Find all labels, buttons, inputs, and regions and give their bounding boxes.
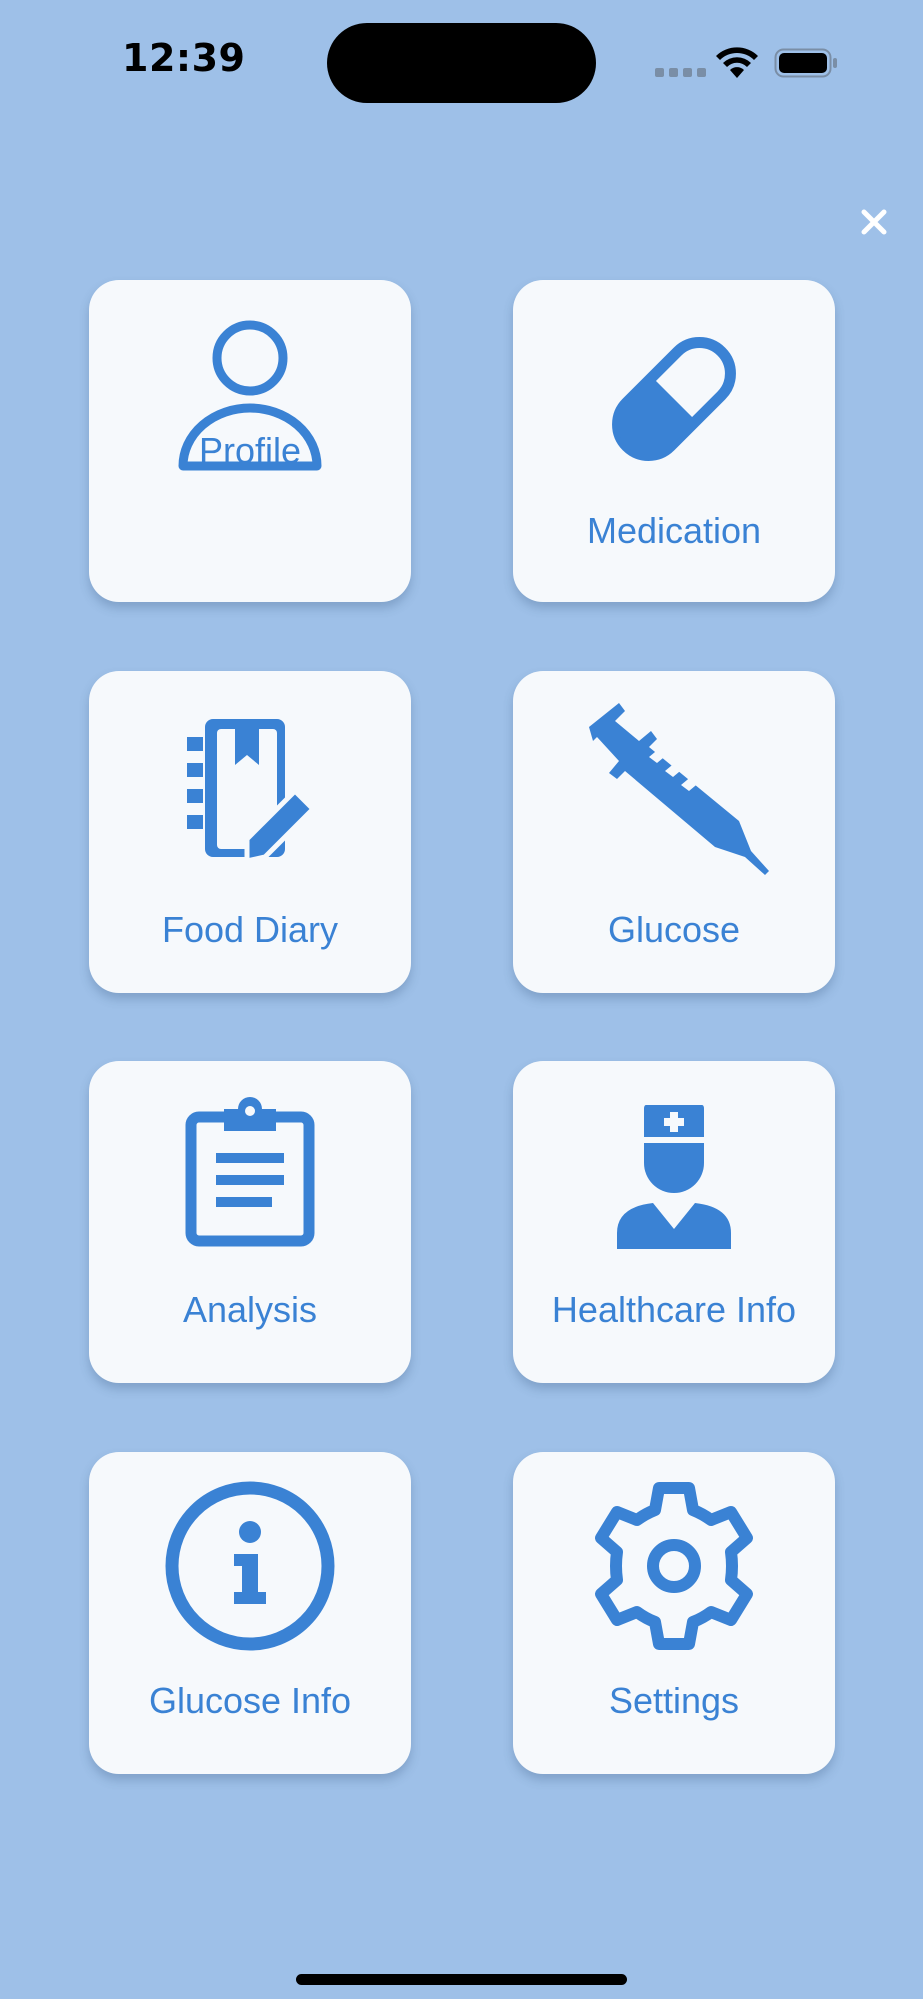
settings-label: Settings [608,1680,740,1721]
home-indicator[interactable] [296,1974,627,1985]
glucose-label: Glucose [607,909,741,950]
doctor-icon [513,1103,835,1253]
info-icon [89,1478,411,1654]
gear-icon [513,1478,835,1654]
battery-icon [774,48,837,78]
notebook-pencil-icon [89,713,411,863]
dynamic-island [327,23,596,103]
close-button[interactable] [852,200,896,244]
profile-label: Profile [198,430,302,471]
healthcare-info-tile[interactable]: Healthcare Info [513,1061,835,1383]
analysis-label: Analysis [182,1289,318,1330]
settings-tile[interactable]: Settings [513,1452,835,1774]
food-diary-tile[interactable]: Food Diary [89,671,411,993]
analysis-tile[interactable]: Analysis [89,1061,411,1383]
healthcare-info-label: Healthcare Info [551,1289,797,1330]
syringe-icon [513,701,835,877]
status-indicators [650,40,850,84]
glucose-tile[interactable]: Glucose [513,671,835,993]
medication-tile[interactable]: Medication [513,280,835,602]
glucose-info-tile[interactable]: Glucose Info [89,1452,411,1774]
app-screen: 12:39 Profile Medication Food Diary Gluc… [0,0,923,1999]
glucose-info-label: Glucose Info [148,1680,352,1721]
wifi-icon [716,47,758,78]
food-diary-label: Food Diary [161,909,339,950]
close-icon [861,209,887,235]
medication-label: Medication [586,510,762,551]
status-time: 12:39 [122,36,246,80]
clipboard-icon [89,1097,411,1247]
pill-icon [513,324,835,474]
profile-tile[interactable]: Profile [89,280,411,602]
cellular-signal-icon [655,68,706,77]
